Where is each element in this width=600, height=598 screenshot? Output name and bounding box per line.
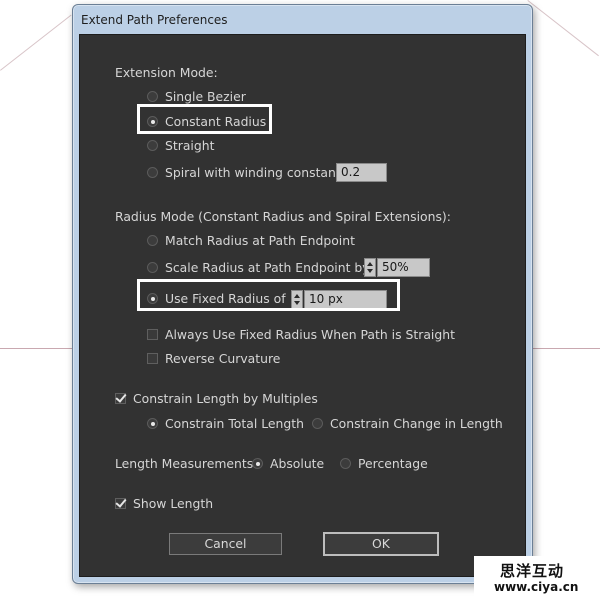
label-match-radius[interactable]: Match Radius at Path Endpoint xyxy=(165,233,355,249)
radio-scale-radius[interactable] xyxy=(147,262,158,273)
label-absolute[interactable]: Absolute xyxy=(270,456,324,472)
watermark-line2: www.ciya.cn xyxy=(494,580,579,594)
radio-match-radius[interactable] xyxy=(147,235,158,246)
window-title: Extend Path Preferences xyxy=(81,13,228,27)
winding-constant-input[interactable]: 0.2 xyxy=(336,163,387,182)
label-spiral[interactable]: Spiral with winding constant xyxy=(165,165,341,181)
radio-spiral[interactable] xyxy=(147,167,158,178)
radio-percentage[interactable] xyxy=(340,458,351,469)
watermark-logo: 思洋互动 www.ciya.cn xyxy=(474,556,600,598)
checkbox-reverse-curvature[interactable] xyxy=(147,353,158,364)
cancel-button[interactable]: Cancel xyxy=(169,533,282,555)
radius-mode-heading: Radius Mode (Constant Radius and Spiral … xyxy=(115,209,451,224)
label-always-fixed[interactable]: Always Use Fixed Radius When Path is Str… xyxy=(165,327,455,343)
length-measurements-label: Length Measurements: xyxy=(115,456,258,471)
guide-line-diagonal-right xyxy=(527,0,599,57)
label-constrain-total[interactable]: Constrain Total Length xyxy=(165,416,304,432)
highlight-constant-radius xyxy=(137,104,272,134)
ok-button[interactable]: OK xyxy=(323,532,439,556)
label-constrain-length[interactable]: Constrain Length by Multiples xyxy=(133,391,318,407)
label-straight[interactable]: Straight xyxy=(165,138,214,154)
radio-absolute[interactable] xyxy=(252,458,263,469)
extension-mode-heading: Extension Mode: xyxy=(115,65,218,80)
radio-single-bezier[interactable] xyxy=(147,91,158,102)
guide-line-diagonal-left xyxy=(0,14,72,71)
label-show-length[interactable]: Show Length xyxy=(133,496,213,512)
watermark-line1: 思洋互动 xyxy=(500,562,565,580)
scale-radius-input[interactable]: 50% xyxy=(377,258,430,277)
stepper-up-icon[interactable] xyxy=(367,262,373,266)
checkbox-constrain-length[interactable] xyxy=(115,393,126,404)
highlight-fixed-radius xyxy=(137,279,400,311)
label-single-bezier[interactable]: Single Bezier xyxy=(165,89,246,105)
scale-radius-stepper[interactable] xyxy=(364,258,376,277)
label-reverse-curvature[interactable]: Reverse Curvature xyxy=(165,351,280,367)
label-constrain-change[interactable]: Constrain Change in Length xyxy=(330,416,503,432)
label-scale-radius[interactable]: Scale Radius at Path Endpoint by xyxy=(165,260,370,276)
stepper-down-icon[interactable] xyxy=(367,269,373,273)
preferences-window: Extend Path Preferences Extension Mode: … xyxy=(72,4,533,584)
label-percentage[interactable]: Percentage xyxy=(358,456,428,472)
checkbox-always-fixed[interactable] xyxy=(147,329,158,340)
radio-straight[interactable] xyxy=(147,140,158,151)
radio-constrain-total[interactable] xyxy=(147,418,158,429)
checkbox-show-length[interactable] xyxy=(115,498,126,509)
radio-constrain-change[interactable] xyxy=(312,418,323,429)
dialog-body: Extension Mode: Single Bezier Constant R… xyxy=(79,34,526,577)
